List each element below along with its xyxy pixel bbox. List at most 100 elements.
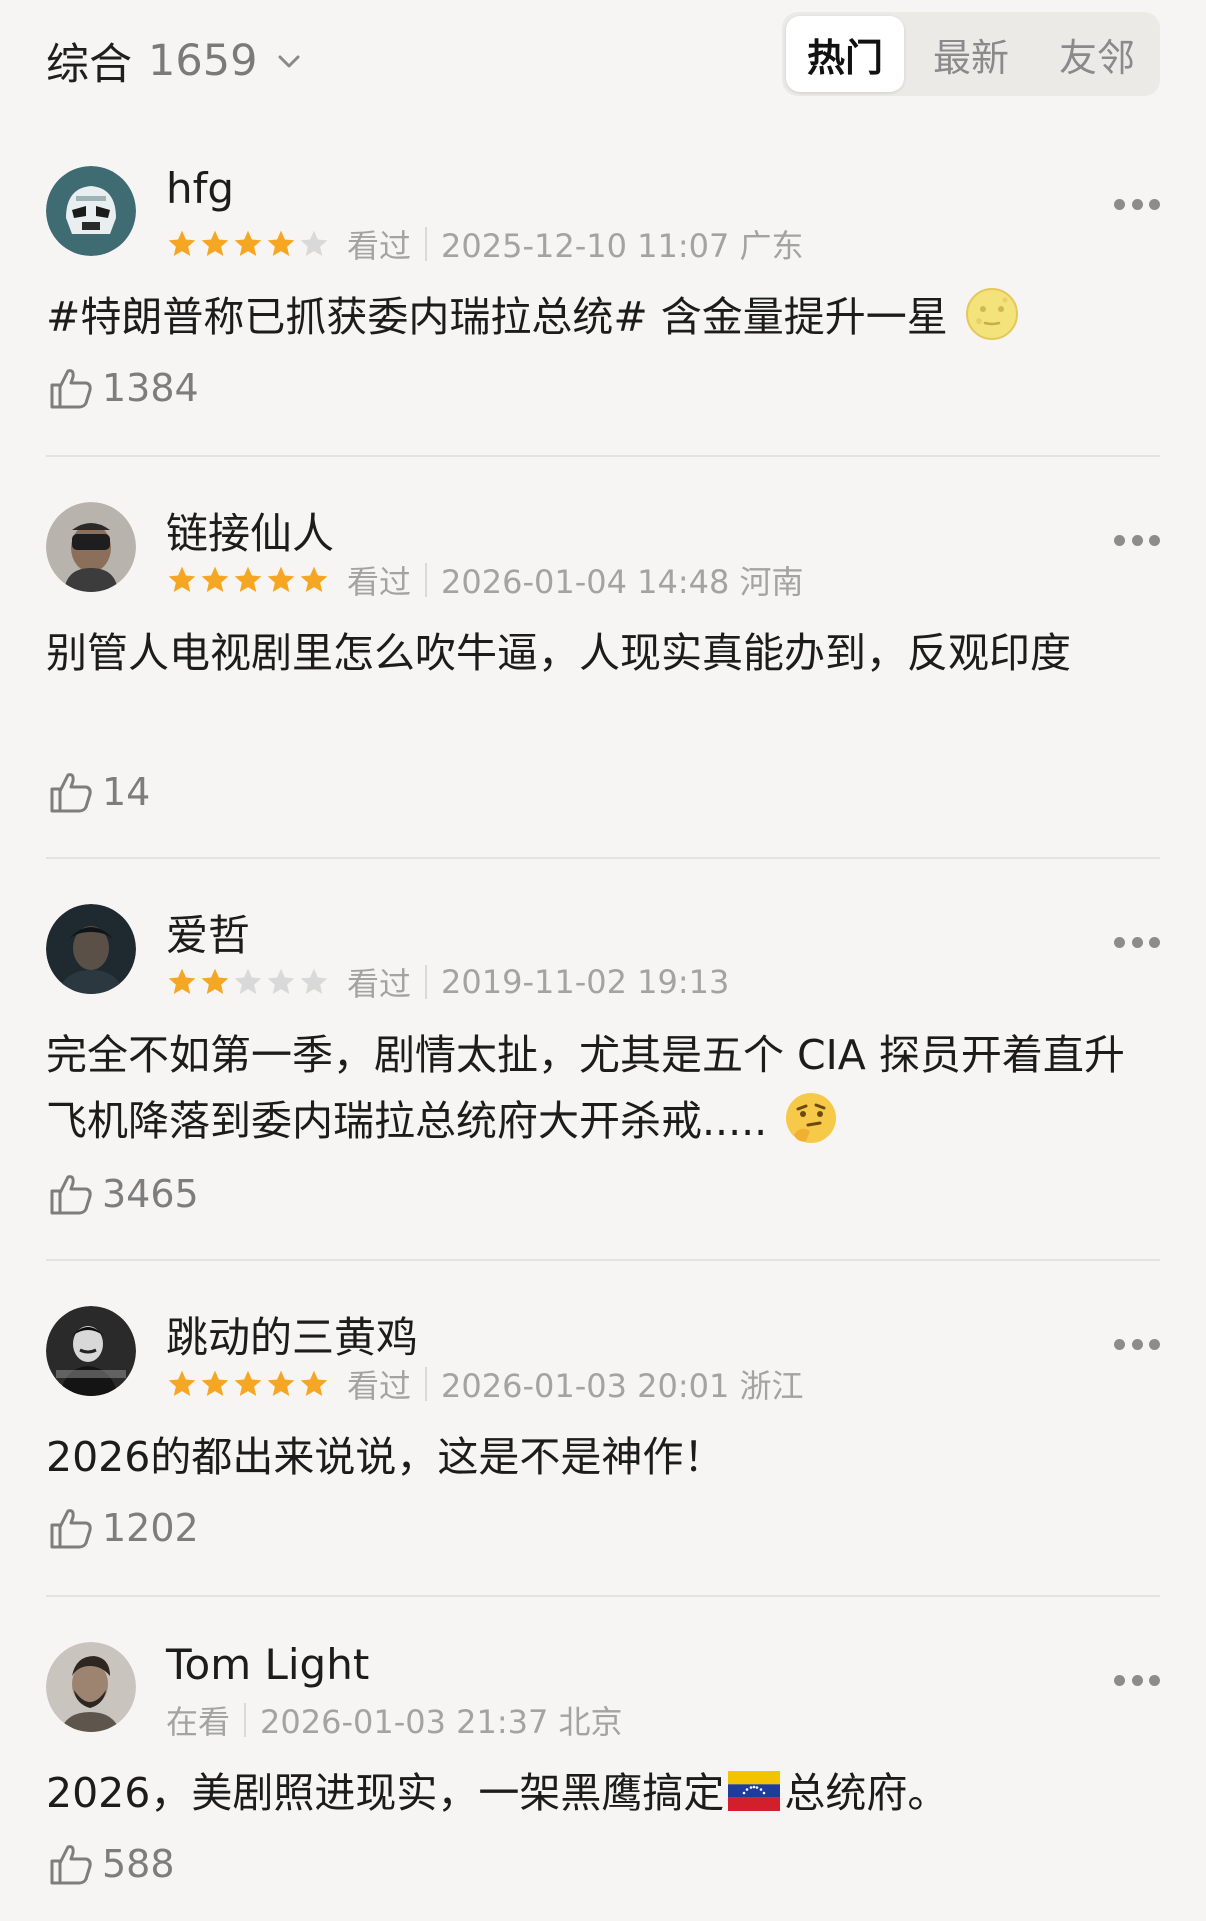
more-options-icon[interactable] xyxy=(1114,196,1160,212)
star-icon xyxy=(300,230,328,256)
tab-hot[interactable]: 热门 xyxy=(786,16,904,92)
avatar[interactable] xyxy=(46,904,136,994)
star-icon xyxy=(168,230,196,256)
avatar[interactable] xyxy=(46,502,136,592)
like-count: 588 xyxy=(102,1842,175,1886)
star-icon xyxy=(168,1370,196,1396)
like-button[interactable]: 14 xyxy=(46,766,150,818)
vr-headset-avatar-icon xyxy=(46,502,136,592)
comment-text-after: 总统府。 xyxy=(784,1769,949,1817)
moon-face-icon xyxy=(965,288,1018,340)
like-button[interactable]: 1384 xyxy=(46,362,199,414)
star-icon xyxy=(201,1370,229,1396)
divider xyxy=(46,1259,1160,1261)
star-icon xyxy=(267,230,295,256)
username[interactable]: 跳动的三黄鸡 xyxy=(166,1304,418,1365)
watch-status: 在看 xyxy=(166,1703,231,1741)
more-options-icon[interactable] xyxy=(1114,1672,1160,1688)
comment-text: #特朗普称已抓获委内瑞拉总统# 含金量提升一星 xyxy=(46,284,1160,350)
divider xyxy=(46,857,1160,859)
rating-stars xyxy=(166,1368,331,1400)
more-options-icon[interactable] xyxy=(1114,1336,1160,1352)
comment-meta: 在看 2026-01-03 21:37 北京 xyxy=(166,1700,623,1741)
star-icon xyxy=(267,566,295,592)
divider xyxy=(46,1595,1160,1597)
like-count: 1384 xyxy=(102,366,199,410)
star-icon xyxy=(300,566,328,592)
more-options-icon[interactable] xyxy=(1114,532,1160,548)
rating-stars xyxy=(166,228,331,260)
star-icon xyxy=(201,968,229,994)
divider xyxy=(244,1703,247,1737)
like-count: 1202 xyxy=(102,1506,199,1550)
comment-text: 别管人电视剧里怎么吹牛逼，人现实真能办到，反观印度 xyxy=(46,629,1071,677)
star-icon xyxy=(201,230,229,256)
divider xyxy=(425,1367,428,1401)
divider xyxy=(425,965,428,999)
thumbs-up-icon xyxy=(50,369,92,409)
username[interactable]: 链接仙人 xyxy=(166,500,334,561)
like-button[interactable]: 3465 xyxy=(46,1168,199,1220)
username[interactable]: Tom Light xyxy=(166,1640,369,1689)
dark-portrait-avatar-icon xyxy=(46,904,136,994)
comment-text: 2026的都出来说说，这是不是神作！ xyxy=(46,1433,725,1481)
like-button[interactable]: 1202 xyxy=(46,1502,199,1554)
thumbs-up-icon xyxy=(50,773,92,813)
comment-text-before: 2026，美剧照进现实，一架黑鹰搞定 xyxy=(46,1769,725,1817)
comment-datetime: 2026-01-03 21:37 北京 xyxy=(260,1703,623,1741)
star-icon xyxy=(234,230,262,256)
like-count: 3465 xyxy=(102,1172,199,1216)
sort-label: 综合 xyxy=(46,40,132,90)
comments-page: 综合 1659 热门 最新 友邻 hfg 看过 2025-12-10 11:07… xyxy=(0,0,1206,1921)
bw-portrait-avatar-icon xyxy=(46,1306,136,1396)
thinking-face-icon xyxy=(786,1093,837,1143)
comment-text: 完全不如第一季，剧情太扯，尤其是五个 CIA 探员开着直升飞机降落到委内瑞拉总统… xyxy=(46,1022,1160,1154)
comment-meta: 看过 2019-11-02 19:13 xyxy=(166,962,729,1003)
star-icon xyxy=(300,1370,328,1396)
avatar[interactable] xyxy=(46,1306,136,1396)
watch-status: 看过 xyxy=(347,1367,412,1405)
comment-datetime: 2026-01-03 20:01 浙江 xyxy=(441,1367,804,1405)
star-icon xyxy=(168,968,196,994)
star-icon xyxy=(234,1370,262,1396)
star-icon xyxy=(267,1370,295,1396)
rating-stars xyxy=(166,564,331,596)
avatar[interactable] xyxy=(46,166,136,256)
star-icon xyxy=(201,566,229,592)
watch-status: 看过 xyxy=(347,965,412,1003)
sort-dropdown[interactable]: 综合 1659 xyxy=(46,30,303,92)
username[interactable]: hfg xyxy=(166,164,234,213)
divider xyxy=(425,563,428,597)
comment-text-content: #特朗普称已抓获委内瑞拉总统# 含金量提升一星 xyxy=(46,293,948,341)
like-count: 14 xyxy=(102,770,151,814)
chevron-down-icon xyxy=(278,55,300,68)
venezuela-flag-icon xyxy=(728,1771,781,1811)
comment-text-content: 完全不如第一季，剧情太扯，尤其是五个 CIA 探员开着直升飞机降落到委内瑞拉总统… xyxy=(46,1031,1125,1145)
like-button[interactable]: 588 xyxy=(46,1838,175,1890)
avatar[interactable] xyxy=(46,1642,136,1732)
comment-text: 2026，美剧照进现实，一架黑鹰搞定 总统府。 xyxy=(46,1760,1160,1826)
watch-status: 看过 xyxy=(347,227,412,265)
more-options-icon[interactable] xyxy=(1114,934,1160,950)
tab-friends[interactable]: 友邻 xyxy=(1038,16,1156,92)
comments-header: 综合 1659 热门 最新 友邻 xyxy=(46,12,1160,98)
comment-count: 1659 xyxy=(148,36,258,86)
divider xyxy=(46,455,1160,457)
stormtrooper-avatar-icon xyxy=(46,166,136,256)
comment-meta: 看过 2026-01-03 20:01 浙江 xyxy=(166,1364,804,1405)
comment-meta: 看过 2025-12-10 11:07 广东 xyxy=(166,224,804,265)
bearded-man-avatar-icon xyxy=(46,1642,136,1732)
divider xyxy=(425,227,428,261)
thumbs-up-icon xyxy=(50,1175,92,1215)
star-icon xyxy=(234,566,262,592)
sort-tabs: 热门 最新 友邻 xyxy=(782,12,1160,96)
rating-stars xyxy=(166,966,331,998)
star-icon xyxy=(234,968,262,994)
username[interactable]: 爱哲 xyxy=(166,902,250,963)
comment-datetime: 2026-01-04 14:48 河南 xyxy=(441,563,804,601)
star-icon xyxy=(300,968,328,994)
watch-status: 看过 xyxy=(347,563,412,601)
star-icon xyxy=(168,566,196,592)
tab-latest[interactable]: 最新 xyxy=(912,16,1030,92)
comment-meta: 看过 2026-01-04 14:48 河南 xyxy=(166,560,804,601)
